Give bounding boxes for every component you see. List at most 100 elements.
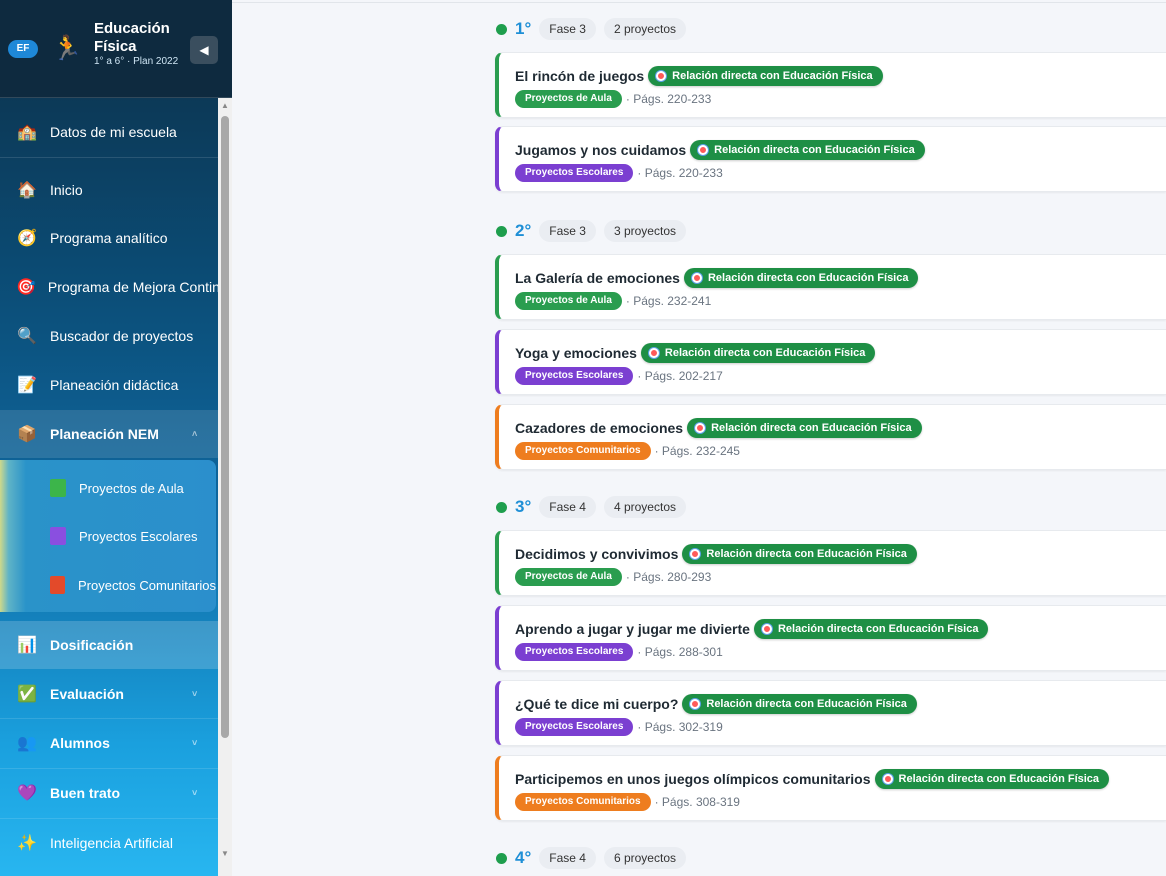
scroll-thumb[interactable]	[221, 116, 229, 738]
project-pages: · Págs. 288-301	[637, 645, 723, 659]
project-card[interactable]: Aprendo a jugar y jugar me divierte Rela…	[495, 605, 1166, 671]
project-title: Cazadores de emociones	[515, 420, 684, 436]
sidebar-item-label: Programa analítico	[50, 230, 168, 246]
sidebar-item-label: Datos de mi escuela	[50, 124, 177, 140]
project-type-pill: Proyectos de Aula	[515, 568, 622, 586]
chevron-down-icon: ˅	[192, 689, 198, 699]
target-icon	[695, 423, 706, 433]
project-card[interactable]: Jugamos y nos cuidamos Relación directa …	[495, 126, 1166, 192]
sidebar-item-programa-analitico[interactable]: 🧭 Programa analítico	[0, 214, 218, 262]
project-type-pill: Proyectos Comunitarios	[515, 442, 651, 460]
sidebar-scrollbar[interactable]: ▲ ▼	[218, 98, 232, 876]
grade-header-3: 3° Fase 4 4 proyectos	[496, 495, 694, 519]
project-pages: · Págs. 220-233	[637, 166, 723, 180]
top-divider	[232, 2, 1166, 3]
project-title: La Galería de emociones	[515, 270, 680, 286]
project-title: Jugamos y nos cuidamos	[515, 142, 687, 158]
grade-label: 3°	[515, 497, 532, 516]
heart-icon: 💜	[17, 785, 37, 802]
project-pages: · Págs. 220-233	[625, 92, 712, 106]
sidebar-item-label: Inteligencia Artificial	[50, 835, 173, 851]
project-pages: · Págs. 202-217	[637, 369, 723, 383]
project-type-pill: Proyectos Escolares	[515, 643, 634, 661]
count-chip: 3 proyectos	[603, 220, 686, 242]
sidebar-item-label: Evaluación	[50, 686, 124, 702]
home-icon: 🏠	[17, 182, 37, 199]
sidebar-item-buen-trato[interactable]: 💜 Buen trato ˅	[0, 769, 218, 817]
scroll-up-arrow-icon[interactable]: ▲	[221, 102, 229, 110]
count-chip: 2 proyectos	[603, 18, 686, 40]
sidebar-item-mejora-continua[interactable]: 🎯 Programa de Mejora Continua	[0, 263, 218, 311]
sidebar-item-inicio[interactable]: 🏠 Inicio	[0, 166, 218, 214]
status-dot	[496, 225, 507, 237]
submenu-item-proyectos-aula[interactable]: Proyectos de Aula	[0, 464, 216, 512]
ef-badge: EF	[8, 40, 38, 58]
sidebar-item-datos-escuela[interactable]: 🏫 Datos de mi escuela	[0, 108, 218, 156]
sidebar-item-planeacion-didactica[interactable]: 📝 Planeación didáctica	[0, 361, 218, 409]
project-title: ¿Qué te dice mi cuerpo?	[515, 696, 679, 712]
chevron-down-icon: ˅	[192, 738, 198, 748]
grade-label: 4°	[515, 848, 532, 867]
project-card[interactable]: Cazadores de emociones Relación directa …	[495, 404, 1166, 470]
submenu-item-proyectos-comunitarios[interactable]: Proyectos Comunitarios	[0, 561, 216, 609]
grade-label: 1°	[515, 19, 532, 38]
project-pages: · Págs. 232-245	[654, 444, 740, 458]
submenu-item-label: Proyectos Escolares	[79, 528, 198, 544]
grade-header-4: 4° Fase 4 6 proyectos	[496, 846, 694, 870]
target-icon	[690, 549, 701, 559]
sidebar-item-label: Programa de Mejora Continua	[47, 279, 218, 295]
search-icon: 🔍	[17, 328, 37, 345]
school-icon: 🏫	[17, 124, 37, 141]
project-title: Yoga y emociones	[515, 345, 637, 361]
relation-badge: Relación directa con Educación Física	[874, 769, 1110, 789]
relation-badge: Relación directa con Educación Física	[683, 268, 919, 288]
project-card[interactable]: La Galería de emociones Relación directa…	[495, 254, 1166, 320]
target-icon: 🎯	[16, 279, 36, 296]
sidebar-item-planeacion-nem[interactable]: 📦 Planeación NEM ˄	[0, 410, 218, 458]
relation-badge: Relación directa con Educación Física	[682, 694, 917, 714]
sidebar: EF 🏃 Educación Física 1° a 6° · Plan 202…	[0, 0, 232, 876]
grade-header-2: 2° Fase 3 3 proyectos	[496, 219, 694, 243]
target-icon	[690, 699, 701, 709]
scroll-down-arrow-icon[interactable]: ▼	[221, 850, 229, 858]
project-card[interactable]: Decidimos y convivimos Relación directa …	[495, 530, 1166, 596]
sidebar-item-label: Planeación NEM	[50, 426, 159, 442]
relation-badge: Relación directa con Educación Física	[682, 544, 917, 564]
sidebar-item-dosificacion[interactable]: 📊 Dosificación	[0, 621, 218, 669]
chevron-down-icon: ˅	[192, 788, 198, 798]
project-type-pill: Proyectos Escolares	[515, 367, 634, 385]
sidebar-item-alumnos[interactable]: 👥 Alumnos ˅	[0, 719, 218, 767]
collapse-sidebar-button[interactable]: ◀	[190, 36, 218, 64]
sidebar-item-evaluacion[interactable]: ✅ Evaluación ˅	[0, 670, 218, 718]
project-title: Participemos en unos juegos olímpicos co…	[515, 771, 871, 787]
main-content: 1° Fase 3 2 proyectos El rincón de juego…	[232, 0, 1166, 876]
check-icon: ✅	[17, 686, 37, 703]
submenu-item-proyectos-escolares[interactable]: Proyectos Escolares	[0, 512, 216, 560]
sidebar-item-buscador[interactable]: 🔍 Buscador de proyectos	[0, 312, 218, 360]
project-card[interactable]: ¿Qué te dice mi cuerpo? Relación directa…	[495, 680, 1166, 746]
project-type-pill: Proyectos de Aula	[515, 292, 622, 310]
sidebar-item-label: Planeación didáctica	[50, 377, 179, 393]
relation-badge: Relación directa con Educación Física	[753, 619, 989, 639]
project-card[interactable]: Participemos en unos juegos olímpicos co…	[495, 755, 1166, 821]
chart-icon: 📊	[17, 637, 37, 654]
target-icon	[656, 71, 667, 81]
users-icon: 👥	[17, 735, 37, 752]
project-type-pill: Proyectos Escolares	[515, 718, 634, 736]
relation-badge: Relación directa con Educación Física	[687, 418, 922, 438]
status-dot	[496, 852, 507, 864]
project-type-pill: Proyectos Comunitarios	[515, 793, 651, 811]
phase-chip: Fase 3	[539, 18, 596, 40]
submenu-item-label: Proyectos de Aula	[79, 480, 184, 496]
box-icon: 📦	[17, 426, 37, 443]
project-pages: · Págs. 308-319	[654, 795, 740, 809]
project-card[interactable]: El rincón de juegos Relación directa con…	[495, 52, 1166, 118]
project-pages: · Págs. 232-241	[625, 294, 712, 308]
target-icon	[698, 145, 709, 155]
project-type-pill: Proyectos Escolares	[515, 164, 634, 182]
project-title: Aprendo a jugar y jugar me divierte	[515, 621, 750, 637]
project-card[interactable]: Yoga y emociones Relación directa con Ed…	[495, 329, 1166, 395]
sidebar-item-ia[interactable]: ✨ Inteligencia Artificial	[0, 819, 218, 867]
sidebar-item-label: Dosificación	[50, 637, 134, 653]
compass-icon: 🧭	[17, 230, 37, 247]
